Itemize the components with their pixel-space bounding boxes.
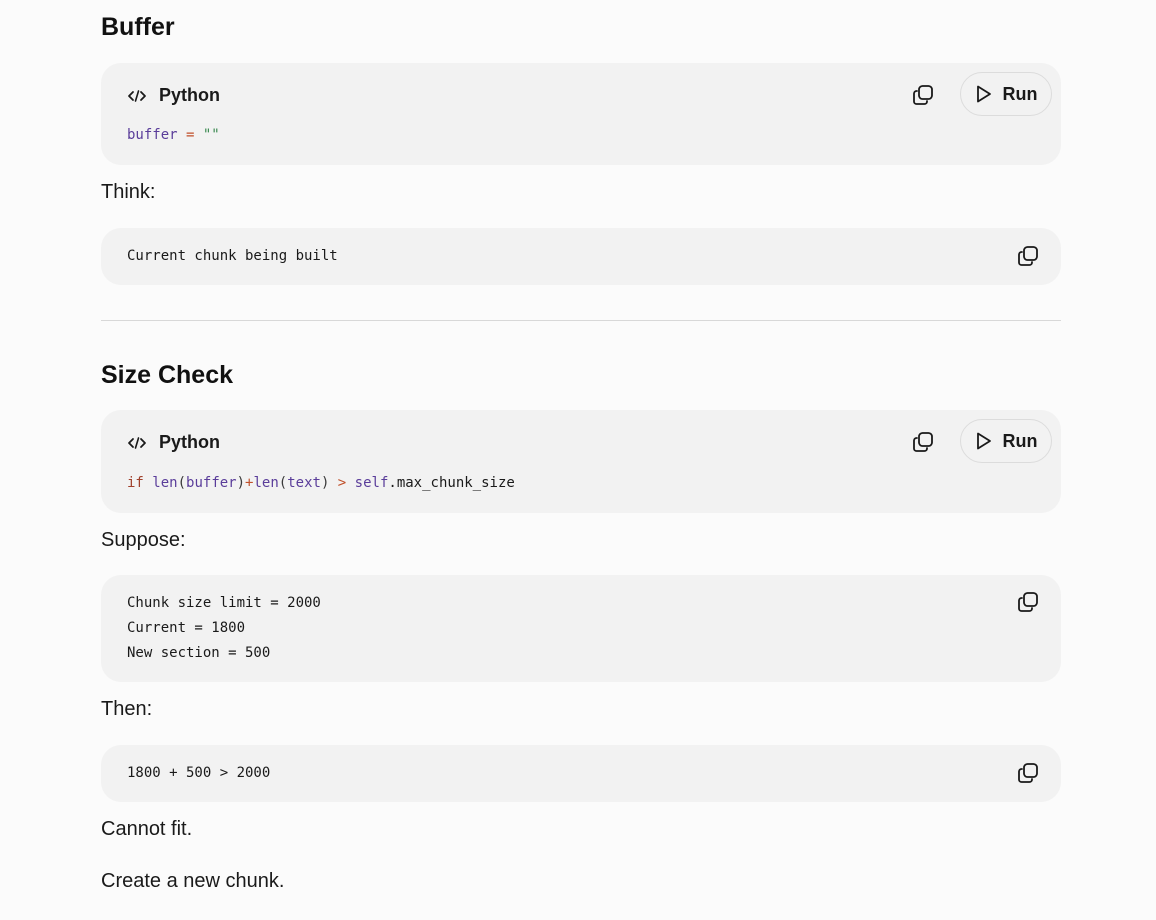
language-label: Python: [159, 85, 220, 105]
copy-button[interactable]: [908, 427, 938, 457]
code-block-header: Python: [127, 432, 220, 453]
section-heading-buffer: Buffer: [101, 13, 175, 41]
copy-button[interactable]: [1013, 587, 1043, 617]
code-line: if len(buffer)+len(text) > self.max_chun…: [127, 475, 515, 491]
code-token: text: [287, 475, 321, 491]
copy-icon: [1018, 592, 1038, 612]
python-code-block-buffer: Python Run buffer = "": [101, 63, 1061, 165]
code-icon: [127, 86, 149, 106]
copy-icon: [913, 432, 933, 452]
code-token: =: [177, 127, 203, 143]
code-line: Chunk size limit = 2000: [127, 595, 321, 611]
section-heading-size-check: Size Check: [101, 361, 234, 389]
code-line: Current chunk being built: [127, 248, 338, 264]
copy-button[interactable]: [908, 80, 938, 110]
conclusion-text: Cannot fit.: [101, 818, 193, 840]
code-token: ): [236, 475, 246, 491]
code-token: (: [177, 475, 187, 491]
plain-code-block-suppose: Chunk size limit = 2000 Current = 1800 N…: [101, 575, 1061, 682]
language-label: Python: [159, 432, 220, 452]
copy-icon: [1018, 763, 1038, 783]
code-icon: [127, 433, 149, 453]
play-icon: [976, 85, 991, 103]
run-label: Run: [1002, 430, 1038, 451]
copy-icon: [1018, 246, 1038, 266]
then-label: Then:: [101, 698, 153, 720]
code-token: >: [329, 475, 355, 491]
suppose-label: Suppose:: [101, 529, 186, 551]
run-button[interactable]: Run: [960, 72, 1052, 116]
python-code-block-size-check: Python Run if len(buffer)+len(text) > se…: [101, 410, 1061, 513]
code-token: buffer: [127, 127, 178, 143]
code-token: buffer: [186, 475, 237, 491]
code-token: "": [202, 127, 220, 143]
copy-icon: [913, 85, 933, 105]
code-block-header: Python: [127, 85, 220, 106]
conclusion-text: Create a new chunk.: [101, 870, 285, 892]
code-token: .max_chunk_size: [388, 475, 515, 491]
code-token: len: [152, 475, 178, 491]
code-line: Current = 1800: [127, 620, 246, 636]
run-label: Run: [1002, 83, 1038, 104]
code-line: buffer = "": [127, 127, 220, 143]
copy-button[interactable]: [1013, 758, 1043, 788]
think-label: Think:: [101, 181, 156, 203]
run-button[interactable]: Run: [960, 419, 1052, 463]
play-icon: [976, 432, 991, 450]
code-token: self: [354, 475, 389, 491]
code-token: if: [127, 475, 144, 491]
code-token: (: [278, 475, 288, 491]
section-divider: [101, 320, 1061, 321]
code-line: New section = 500: [127, 645, 271, 661]
code-line: 1800 + 500 > 2000: [127, 765, 271, 781]
copy-button[interactable]: [1013, 241, 1043, 271]
code-token: len: [253, 475, 279, 491]
plain-code-block-think: Current chunk being built: [101, 228, 1061, 285]
plain-code-block-then: 1800 + 500 > 2000: [101, 745, 1061, 802]
